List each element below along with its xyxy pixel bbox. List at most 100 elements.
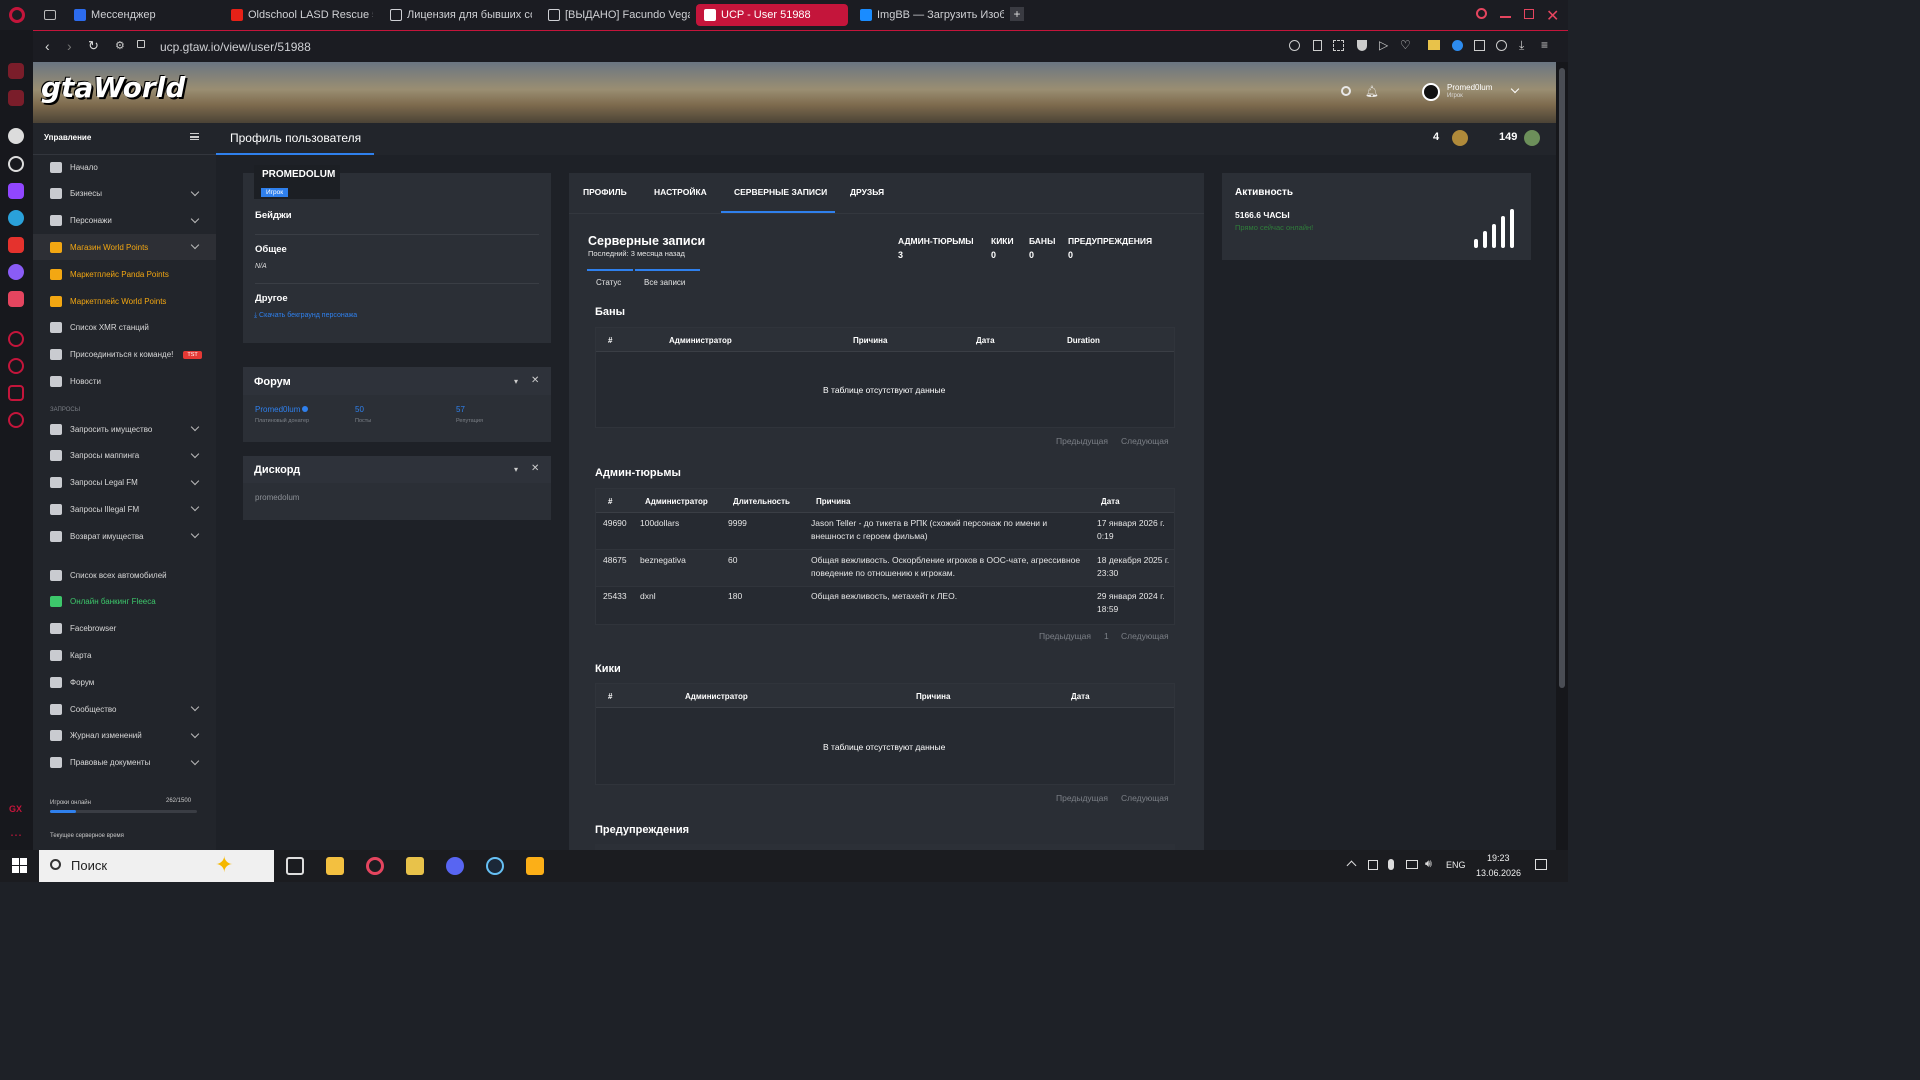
next-button[interactable]: Следующая xyxy=(1121,436,1169,446)
forum-username[interactable]: Promed0lum xyxy=(255,405,309,414)
rockstar-taskbar-icon[interactable] xyxy=(526,857,544,875)
collapse-icon[interactable]: ▾ xyxy=(514,377,518,386)
column-header[interactable]: # xyxy=(608,336,612,345)
minimize-button[interactable] xyxy=(1500,16,1511,18)
gx-more-icon[interactable]: ⋯ xyxy=(10,828,22,842)
clock-date[interactable]: 13.06.2026 xyxy=(1476,868,1521,878)
nav-item[interactable]: Онлайн банкинг Fleeca xyxy=(33,589,216,615)
app-taskbar-icon[interactable] xyxy=(406,857,424,875)
nav-item[interactable]: Маркетплейс World Points xyxy=(33,288,216,314)
close-icon[interactable]: ✕ xyxy=(531,463,539,474)
nav-item[interactable]: Персонажи xyxy=(33,208,216,234)
gx-messenger-icon[interactable] xyxy=(8,264,24,280)
user-avatar-icon[interactable] xyxy=(1422,83,1440,101)
nav-item[interactable]: Список всех автомобилей xyxy=(33,562,216,588)
column-header[interactable]: Duration xyxy=(1067,336,1100,345)
column-header[interactable]: Администратор xyxy=(685,692,748,701)
next-button[interactable]: Следующая xyxy=(1121,631,1169,641)
nav-item[interactable]: Присоединиться к команде! TST xyxy=(33,342,216,368)
steam-taskbar-icon[interactable] xyxy=(486,857,504,875)
gx-logo-icon[interactable]: GX xyxy=(9,804,22,814)
download-icon[interactable]: ⤓ xyxy=(1519,38,1524,53)
back-icon[interactable]: ‹ xyxy=(45,38,50,54)
gtaworld-logo[interactable]: gtaWorld xyxy=(41,71,185,113)
tab-imgbb[interactable]: ImgBB — Загрузить Изоб xyxy=(852,4,1004,26)
column-header[interactable]: Причина xyxy=(816,497,850,506)
column-header[interactable]: Длительность xyxy=(733,497,790,506)
column-header[interactable]: Причина xyxy=(916,692,950,701)
column-header[interactable]: Причина xyxy=(853,336,887,345)
discord-taskbar-icon[interactable] xyxy=(446,857,464,875)
gx-settings-icon[interactable] xyxy=(8,412,24,428)
restore-button[interactable] xyxy=(1524,9,1534,19)
play-icon[interactable]: ▷ xyxy=(1379,38,1388,52)
heart-icon[interactable]: ♡ xyxy=(1400,38,1411,52)
shield-icon[interactable] xyxy=(1357,40,1367,51)
extensions-icon[interactable] xyxy=(1474,40,1485,51)
task-view-icon[interactable] xyxy=(286,857,304,875)
nav-item[interactable]: Маркетплейс Panda Points xyxy=(33,261,216,287)
tab-license[interactable]: Лицензия для бывших со xyxy=(382,4,532,26)
column-header[interactable]: Дата xyxy=(976,336,995,345)
wallet-icon[interactable] xyxy=(1428,40,1440,50)
gx-telegram-icon[interactable] xyxy=(8,210,24,226)
gx-chatgpt-icon[interactable] xyxy=(8,156,24,172)
opera-gx-taskbar-icon[interactable] xyxy=(366,857,384,875)
subtab-status[interactable]: Статус xyxy=(587,269,633,294)
network-icon[interactable] xyxy=(1406,860,1418,869)
settings-icon[interactable] xyxy=(1341,86,1351,96)
nav-item[interactable]: Журнал изменений xyxy=(33,723,216,749)
gx-player-icon[interactable] xyxy=(8,331,24,347)
nav-item[interactable]: Карта xyxy=(33,642,216,668)
collapse-icon[interactable]: ▾ xyxy=(514,465,518,474)
forward-icon[interactable]: › xyxy=(67,38,72,54)
microphone-icon[interactable] xyxy=(1388,859,1394,870)
search-tabs-icon[interactable] xyxy=(1476,8,1487,19)
new-tab-button[interactable]: + xyxy=(1010,7,1024,21)
language-indicator[interactable]: ENG xyxy=(1446,860,1466,870)
gx-twitch-icon[interactable] xyxy=(8,183,24,199)
bookmark-icon[interactable] xyxy=(1313,40,1322,51)
tab-youtube[interactable]: Oldschool LASD Rescue 5 xyxy=(223,4,373,26)
tab-switcher-icon[interactable] xyxy=(44,10,56,20)
nav-item[interactable]: Список XMR станций xyxy=(33,315,216,341)
chevron-down-icon[interactable] xyxy=(1510,84,1520,94)
gx-extensions-icon[interactable] xyxy=(8,385,24,401)
site-settings-icon[interactable]: ⚙ xyxy=(115,39,125,52)
zoom-icon[interactable] xyxy=(1289,40,1300,51)
notifications-icon[interactable] xyxy=(1535,859,1547,870)
nav-item[interactable]: Бизнесы xyxy=(33,181,216,207)
column-header[interactable]: Администратор xyxy=(669,336,732,345)
gx-news-icon[interactable] xyxy=(8,63,24,79)
clock-time[interactable]: 19:23 xyxy=(1487,853,1510,863)
close-icon[interactable]: ✕ xyxy=(531,375,539,386)
tray-device-icon[interactable] xyxy=(1368,860,1378,870)
tab-2[interactable]: СЕРВЕРНЫЕ ЗАПИСИ xyxy=(734,187,827,197)
download-background-link[interactable]: ⤓ Скачать бекграунд персонажа xyxy=(254,312,357,320)
profile-icon[interactable] xyxy=(1496,40,1507,51)
nav-item[interactable]: Возврат имущества xyxy=(33,523,216,549)
tab-facundo[interactable]: [ВЫДАНО] Facundo Vega xyxy=(540,4,690,26)
vpn-icon[interactable] xyxy=(1452,40,1463,51)
nav-item[interactable]: Сообщество xyxy=(33,696,216,722)
scrollbar-thumb[interactable] xyxy=(1559,68,1565,688)
tab-ucp[interactable]: UCP - User 51988 xyxy=(696,4,848,26)
close-window-button[interactable]: ✕ xyxy=(1546,6,1559,26)
bell-icon[interactable]: 🔔︎ xyxy=(1365,85,1379,98)
tab-3[interactable]: ДРУЗЬЯ xyxy=(850,187,884,197)
nav-item[interactable]: Магазин World Points xyxy=(33,234,216,261)
column-header[interactable]: Администратор xyxy=(645,497,708,506)
prev-button[interactable]: Предыдущая xyxy=(1056,793,1108,803)
nav-item[interactable]: Facebrowser xyxy=(33,616,216,642)
column-header[interactable]: Дата xyxy=(1101,497,1120,506)
url-field[interactable]: ucp.gtaw.io/view/user/51988 xyxy=(160,40,311,54)
page-scrollbar[interactable] xyxy=(1556,62,1568,850)
column-header[interactable]: Дата xyxy=(1071,692,1090,701)
tab-messenger[interactable]: Мессенджер xyxy=(66,4,216,26)
nav-item[interactable]: Начало xyxy=(33,154,216,180)
gx-aria-icon[interactable] xyxy=(8,128,24,144)
column-header[interactable]: # xyxy=(608,497,612,506)
tab-0[interactable]: ПРОФИЛЬ xyxy=(583,187,627,197)
page-number[interactable]: 1 xyxy=(1104,631,1109,641)
user-name[interactable]: Promed0lum xyxy=(1447,83,1492,92)
